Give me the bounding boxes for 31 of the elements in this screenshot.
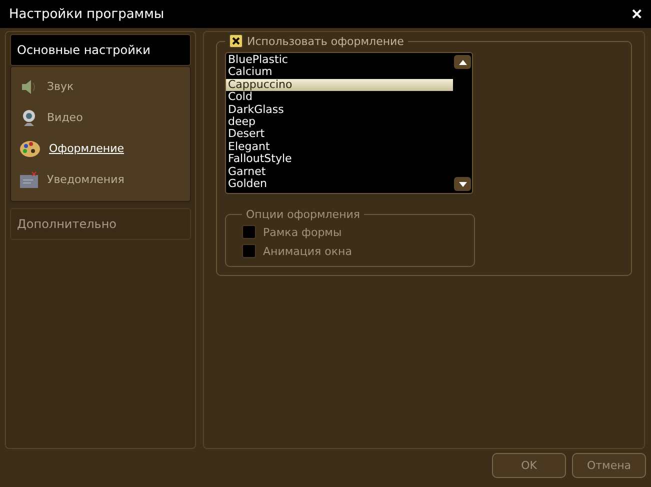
sidebar-section-header[interactable]: Дополнительно (10, 208, 191, 240)
list-item[interactable]: FalloutStyle (226, 153, 453, 166)
list-item[interactable]: Elegant (226, 140, 453, 154)
list-item[interactable]: Desert (226, 128, 453, 141)
list-item[interactable]: Garnet (226, 166, 453, 178)
list-item[interactable]: deep (226, 116, 453, 128)
sidebar-section-header[interactable]: Основные настройки (10, 34, 191, 66)
checkbox[interactable] (229, 34, 243, 48)
scroll-up-button[interactable] (454, 55, 471, 69)
up-arrow-icon (458, 60, 466, 64)
group-title: Опции оформления (246, 208, 360, 221)
checkbox-label: Анимация окна (263, 244, 352, 258)
down-arrow-icon (458, 182, 466, 186)
list-item[interactable]: BluePlastic (226, 54, 453, 66)
cross-icon (232, 37, 240, 45)
sidebar-item[interactable]: Оформление (19, 133, 182, 164)
sidebar-item[interactable]: Видео (19, 102, 182, 133)
list-item[interactable]: Calcium (226, 66, 453, 79)
close-button[interactable]: ✕ (629, 6, 645, 22)
list-item[interactable]: Cappuccino (226, 78, 453, 92)
palette-icon (19, 138, 41, 158)
sidebar-item[interactable]: Уведомления (19, 164, 182, 195)
list-item[interactable]: Golden (226, 178, 453, 190)
scroll-down-button[interactable] (454, 177, 471, 191)
checkbox-label: Использовать оформление (247, 34, 404, 48)
list-item[interactable]: Cold (226, 91, 453, 104)
sidebar-item[interactable]: Звук (19, 71, 182, 102)
notification-icon (19, 170, 39, 190)
window-title: Настройки программы (9, 6, 164, 22)
checkbox-label: Рамка формы (263, 226, 342, 238)
list-item[interactable]: DarkGlass (226, 104, 453, 116)
